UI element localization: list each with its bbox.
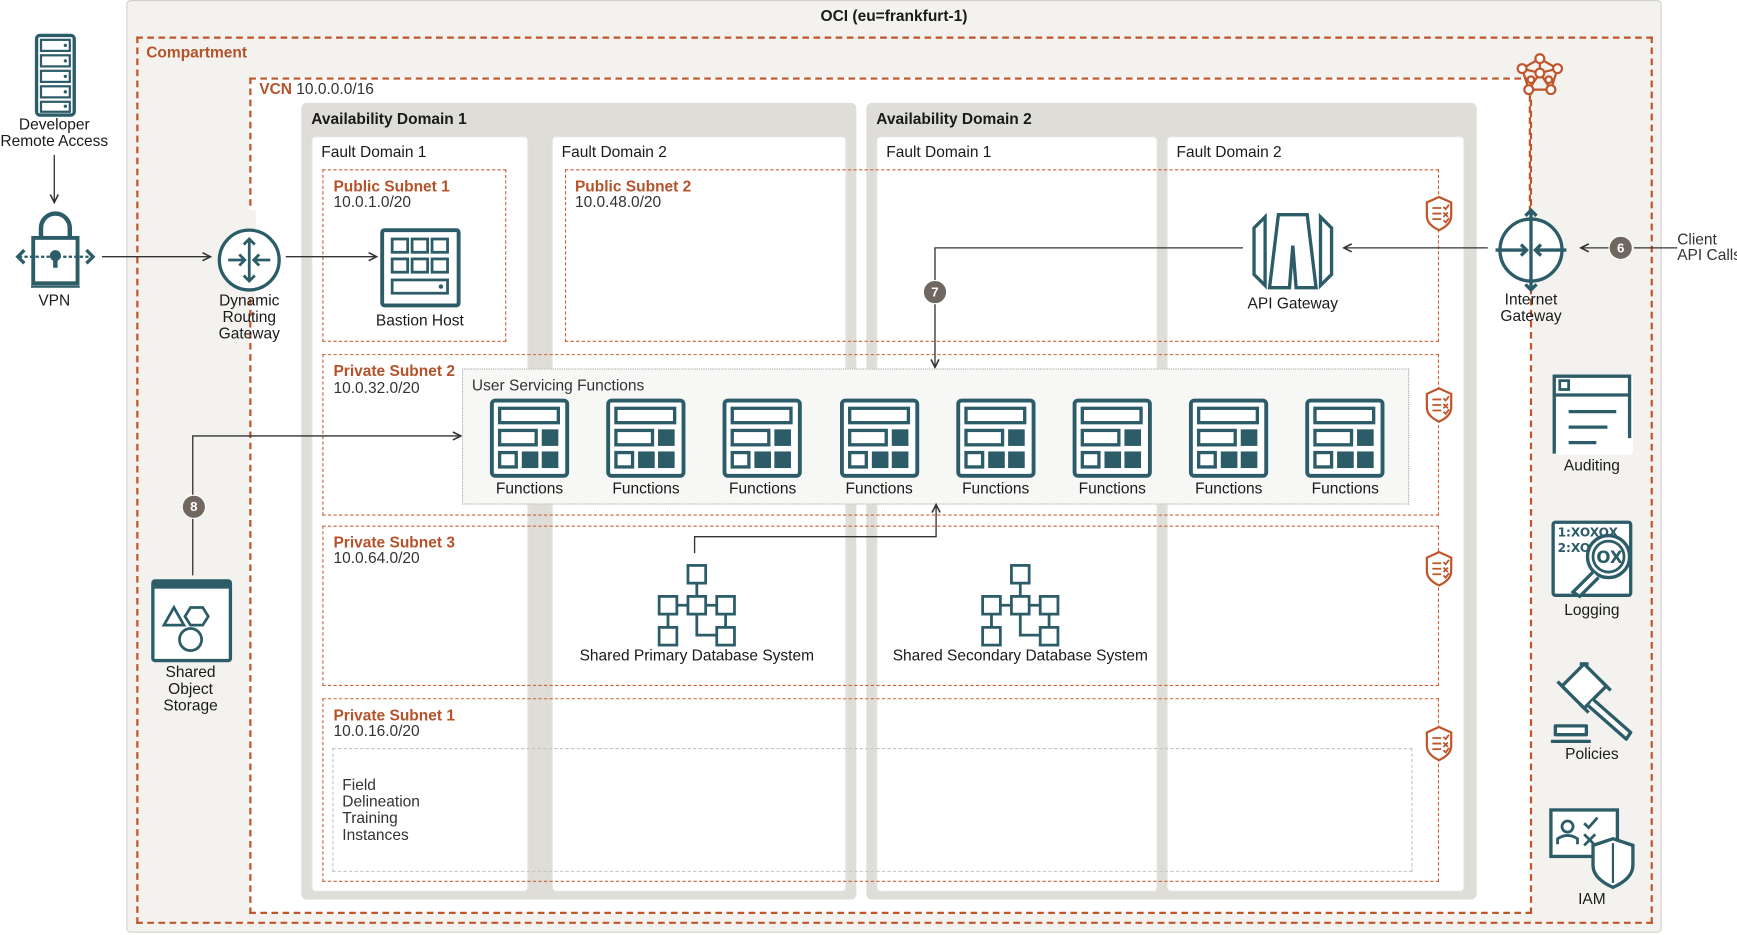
function-label: Functions bbox=[612, 479, 680, 497]
training-label-2: Delineation bbox=[342, 792, 420, 810]
object-storage-label-2: Object bbox=[168, 679, 213, 698]
bastion-label: Bastion Host bbox=[375, 310, 464, 329]
private-subnet-1-cidr: 10.0.16.0/20 bbox=[333, 721, 420, 740]
functions-icon bbox=[1305, 398, 1385, 478]
developer-label-1: Developer bbox=[18, 115, 90, 133]
function-label: Functions bbox=[1195, 479, 1263, 497]
policies-gavel-icon bbox=[1550, 662, 1633, 744]
ad2-fd2-label: Fault Domain 2 bbox=[1176, 142, 1282, 161]
function-label: Functions bbox=[845, 479, 913, 497]
internet-gateway-icon bbox=[1495, 207, 1567, 293]
step-badge-6: 6 bbox=[1608, 235, 1633, 261]
vcn-label: VCN 10.0.0.0/16 bbox=[259, 79, 374, 98]
private-subnet-2-name: Private Subnet 2 bbox=[333, 361, 455, 380]
compartment-label: Compartment bbox=[146, 43, 248, 61]
drg-label-3: Gateway bbox=[218, 324, 280, 342]
ad1-fd1-label: Fault Domain 1 bbox=[321, 142, 427, 161]
secondary-db-label: Shared Secondary Database System bbox=[892, 646, 1148, 664]
step-badge-7: 7 bbox=[922, 279, 948, 305]
vpn-lock-icon bbox=[15, 211, 96, 288]
auditing-label: Auditing bbox=[1563, 455, 1620, 474]
logging-icon-line-2: 2:XO bbox=[1558, 541, 1591, 555]
iam-icon bbox=[1549, 808, 1635, 890]
vcn-cidr: 10.0.0.0/16 bbox=[296, 79, 374, 98]
functions-icon bbox=[606, 398, 686, 478]
developer-label-2: Remote Access bbox=[0, 131, 109, 150]
function-label: Functions bbox=[1078, 479, 1146, 497]
api-gateway-label: API Gateway bbox=[1247, 294, 1339, 313]
function-label: Functions bbox=[728, 479, 797, 497]
ad1-label: Availability Domain 1 bbox=[311, 109, 467, 128]
igw-label-2: Gateway bbox=[1500, 306, 1562, 325]
auditing-icon bbox=[1552, 374, 1633, 455]
client-label-2: API Calls bbox=[1677, 245, 1737, 264]
ad2-fd1-label: Fault Domain 1 bbox=[886, 142, 992, 161]
server-rack-icon bbox=[34, 33, 76, 117]
policies-label: Policies bbox=[1565, 744, 1619, 763]
functions-icon bbox=[1072, 398, 1152, 478]
api-gateway-icon bbox=[1252, 212, 1334, 290]
function-label: Functions bbox=[1311, 479, 1379, 497]
igw-label-1: Internet bbox=[1504, 289, 1558, 308]
functions-icon bbox=[839, 398, 919, 478]
private-subnet-2-cidr: 10.0.32.0/20 bbox=[333, 378, 420, 397]
training-instances-group bbox=[332, 747, 1413, 872]
vcn-name: VCN bbox=[259, 79, 292, 98]
functions-icon bbox=[722, 398, 803, 478]
database-system-icon bbox=[657, 564, 736, 647]
object-storage-label-1: Shared bbox=[165, 662, 216, 681]
security-list-icon bbox=[1425, 387, 1453, 423]
drg-label-2: Routing bbox=[222, 307, 276, 326]
drg-label-1: Dynamic bbox=[219, 291, 280, 309]
object-storage-label-3: Storage bbox=[163, 695, 218, 714]
bastion-host-icon bbox=[380, 228, 461, 308]
security-list-icon bbox=[1425, 550, 1453, 587]
vpn-label: VPN bbox=[38, 291, 71, 309]
object-storage-icon bbox=[151, 579, 233, 663]
private-subnet-3-cidr: 10.0.64.0/20 bbox=[333, 548, 420, 567]
training-label-4: Instances bbox=[342, 825, 409, 844]
public-subnet-2-cidr: 10.0.48.0/20 bbox=[574, 192, 662, 211]
function-label: Functions bbox=[962, 479, 1030, 497]
training-label-3: Training bbox=[342, 808, 398, 827]
ad2-label: Availability Domain 2 bbox=[876, 109, 1032, 128]
vcn-network-icon bbox=[1516, 53, 1564, 96]
database-system-icon bbox=[981, 564, 1060, 647]
function-label: Functions bbox=[495, 479, 564, 497]
logging-label: Logging bbox=[1564, 600, 1620, 619]
router-icon bbox=[217, 228, 281, 292]
functions-group-label: User Servicing Functions bbox=[471, 376, 645, 394]
private-subnet-3 bbox=[322, 525, 1440, 687]
training-label-1: Field bbox=[342, 775, 376, 794]
iam-label: IAM bbox=[1578, 889, 1606, 908]
public-subnet-1-cidr: 10.0.1.0/20 bbox=[333, 192, 412, 211]
functions-icon bbox=[489, 398, 570, 478]
ad1-fd2-label: Fault Domain 2 bbox=[561, 142, 667, 161]
functions-icon bbox=[1189, 398, 1269, 478]
architecture-diagram: OCI (eu=frankfurt-1) Compartment VCN 10.… bbox=[0, 0, 1737, 935]
step-badge-8: 8 bbox=[181, 494, 207, 519]
functions-icon bbox=[956, 398, 1036, 478]
security-list-icon bbox=[1425, 195, 1453, 232]
logging-icon: 1:XOXOX 2:XO OX bbox=[1551, 520, 1633, 599]
logging-icon-lens-text: OX bbox=[1596, 548, 1623, 567]
region-title: OCI (eu=frankfurt-1) bbox=[820, 6, 968, 25]
primary-db-label: Shared Primary Database System bbox=[579, 646, 815, 664]
security-list-icon bbox=[1425, 725, 1453, 762]
